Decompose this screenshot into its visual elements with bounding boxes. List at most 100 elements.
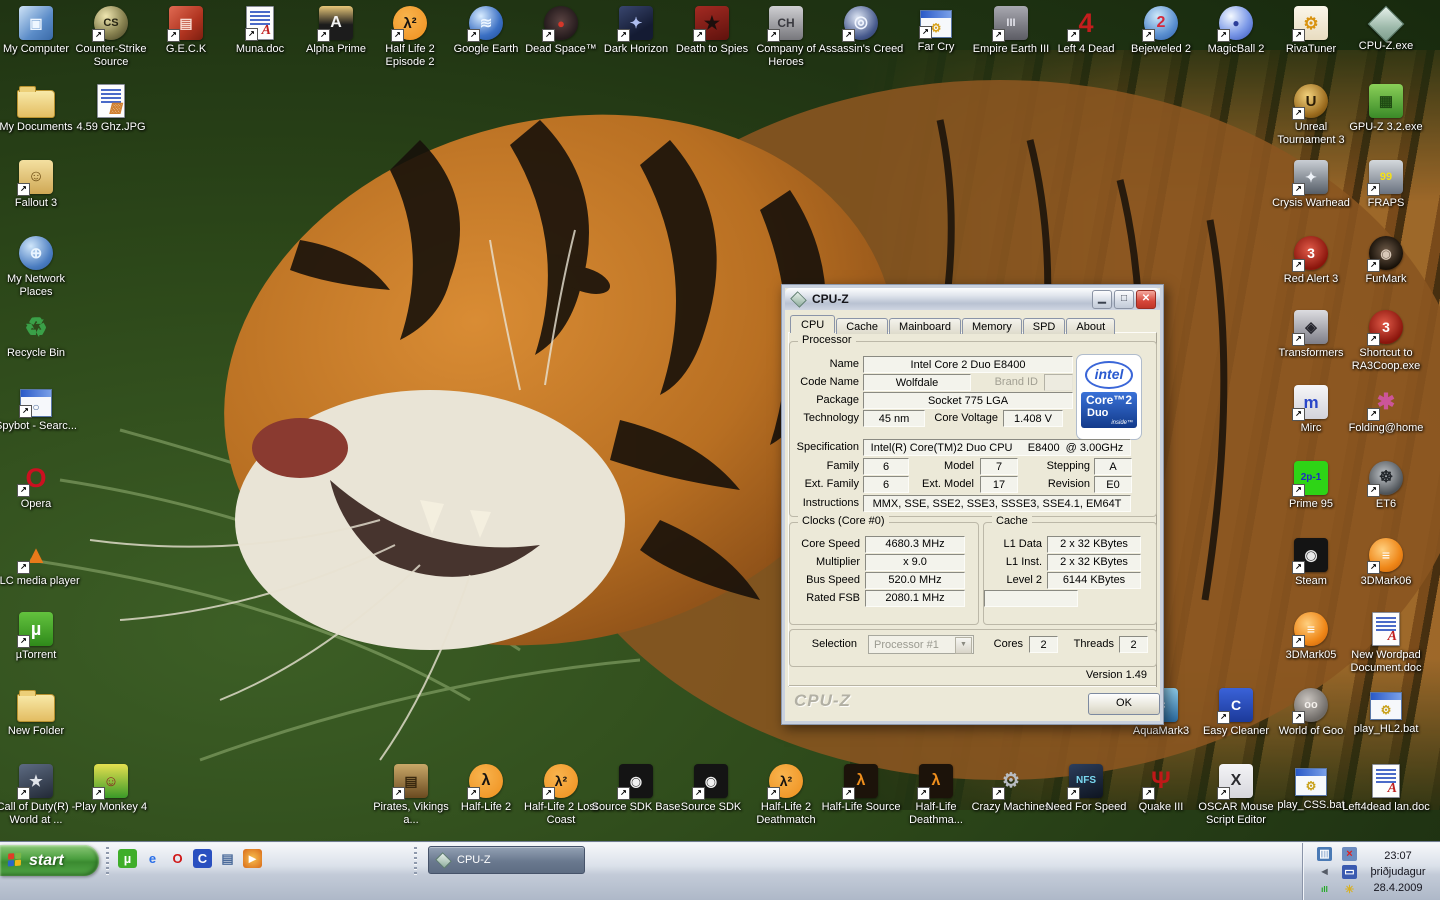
display-tool-icon[interactable]: ✳	[1342, 883, 1357, 897]
desktop-icon-ghz-jpg[interactable]: ▩4.59 Ghz.JPG	[66, 84, 156, 134]
desktop-icon-opera[interactable]: O↗Opera	[0, 461, 81, 511]
desktop-icon-cpu-z-exe[interactable]: CPU-Z.exe	[1341, 6, 1431, 53]
desktop-icon-play-monkey-4[interactable]: ☺↗Play Monkey 4	[66, 764, 156, 814]
assassins-creed-glyph: ◎	[854, 15, 868, 31]
ext-family-value: 6	[863, 476, 909, 493]
internet-explorer-quicklaunch-icon[interactable]: e	[143, 849, 162, 868]
ext-model-value: 17	[980, 476, 1018, 493]
desktop-icon-utorrent[interactable]: µ↗µTorrent	[0, 612, 81, 662]
quick-launch-bar: µeOC ▤ ►	[118, 849, 262, 871]
source-sdk-base-icon: ◉↗	[619, 764, 653, 798]
left-4-dead-icon: 4↗	[1069, 6, 1103, 40]
taskarea-handle[interactable]	[414, 847, 417, 875]
processor-selection-dropdown[interactable]: Processor #1 ▼	[868, 635, 974, 654]
selection-label: Selection	[802, 638, 857, 650]
shortcut-arrow-icon: ↗	[1292, 259, 1305, 272]
cores-value: 2	[1029, 636, 1058, 653]
maximize-button[interactable]: □	[1114, 290, 1134, 309]
desktop-icon-label: GPU-Z 3.2.exe	[1341, 121, 1431, 134]
desktop[interactable]: ▣My ComputerCS↗Counter-Strike Source▤↗G.…	[0, 0, 1440, 900]
desktop-icon-need-for-speed[interactable]: NFS↗Need For Speed	[1041, 764, 1131, 814]
easy-cleaner-quicklaunch-icon[interactable]: C	[193, 849, 212, 868]
world-of-goo-icon: oo↗	[1294, 688, 1328, 722]
desktop-icon-fraps[interactable]: 99↗FRAPS	[1341, 160, 1431, 210]
desktop-icon-et6[interactable]: ☸↗ET6	[1341, 461, 1431, 511]
desktop-icon-3dmark06[interactable]: ≡↗3DMark06	[1341, 538, 1431, 588]
clock-row-label: Multiplier	[790, 556, 865, 568]
wireless-network-icon[interactable]: ▥	[1317, 847, 1332, 861]
taskbar-button-cpu-z[interactable]: CPU-Z	[428, 846, 585, 874]
desktop-icon-label: New Wordpad Document.doc	[1341, 649, 1431, 675]
death-to-spies-icon: ★↗	[695, 6, 729, 40]
quicklaunch-handle[interactable]	[106, 847, 109, 875]
call-of-duty-waw-icon: ★↗	[19, 764, 53, 798]
counter-strike-source-glyph: CS	[103, 18, 118, 29]
tab-mainboard[interactable]: Mainboard	[889, 318, 961, 334]
crazy-machines-icon: ⚙↗	[994, 764, 1028, 798]
far-cry-glyph: ⚙	[931, 22, 942, 34]
desktop-icon-play-hl2-bat[interactable]: ⚙play_HL2.bat	[1341, 688, 1431, 736]
desktop-icon-left4dead-lan-doc[interactable]: ALeft4dead lan.doc	[1341, 764, 1431, 814]
footer-divider	[789, 685, 1156, 687]
crysis-warhead-icon: ✦↗	[1294, 160, 1328, 194]
left4dead-lan-doc-icon: A	[1372, 764, 1400, 798]
script-editor-quicklaunch-icon[interactable]: ▤	[218, 849, 237, 868]
my-network-places-glyph: ⊕	[30, 246, 43, 261]
minimize-button[interactable]: ▁	[1092, 290, 1112, 309]
cpuz-app-icon	[435, 852, 452, 869]
source-sdk-base-glyph: ◉	[630, 774, 642, 788]
close-button[interactable]: ✕	[1136, 290, 1156, 309]
clock-row-value: 520.0 MHz	[865, 572, 965, 589]
language-bar-icon[interactable]: ▭	[1342, 865, 1357, 879]
signal-strength-icon[interactable]: ıll	[1317, 883, 1332, 897]
start-button[interactable]: start	[0, 845, 99, 876]
desktop-icon-vlc-media-player[interactable]: ▲↗VLC media player	[0, 538, 81, 588]
tab-about[interactable]: About	[1066, 318, 1115, 334]
shortcut-arrow-icon: ↗	[467, 787, 480, 800]
network-disconnected-icon[interactable]: ×	[1342, 847, 1357, 861]
desktop-icon-shortcut-ra3coop[interactable]: 3↗Shortcut to RA3Coop.exe	[1341, 310, 1431, 373]
tab-spd[interactable]: SPD	[1023, 318, 1066, 334]
left4dead-lan-doc-glyph: A	[1388, 782, 1397, 796]
tray-clock[interactable]: 23:07 þriðjudagur 28.4.2009	[1360, 848, 1436, 896]
window-title: CPU-Z	[812, 292, 1090, 306]
shortcut-arrow-icon: ↗	[1292, 333, 1305, 346]
utorrent-quicklaunch-icon[interactable]: µ	[118, 849, 137, 868]
threads-value: 2	[1119, 636, 1148, 653]
desktop-icon-gpu-z-exe[interactable]: ▦GPU-Z 3.2.exe	[1341, 84, 1431, 134]
empire-earth-iii-icon: III↗	[994, 6, 1028, 40]
desktop-icon-label: Play Monkey 4	[66, 801, 156, 814]
shortcut-arrow-icon: ↗	[692, 787, 705, 800]
ok-button[interactable]: OK	[1088, 693, 1160, 715]
shortcut-arrow-icon: ↗	[17, 183, 30, 196]
desktop-icon-recycle-bin[interactable]: ♻Recycle Bin	[0, 310, 81, 360]
desktop-icon-fallout-3[interactable]: ☺↗Fallout 3	[0, 160, 81, 210]
half-life-2-episode-2-glyph: λ²	[403, 16, 416, 31]
bejeweled-2-icon: 2↗	[1144, 6, 1178, 40]
cpuz-titlebar[interactable]: CPU-Z ▁ □ ✕	[785, 288, 1160, 310]
desktop-icon-label: µTorrent	[0, 649, 81, 662]
desktop-icon-folding-home[interactable]: ✱↗Folding@home	[1341, 385, 1431, 435]
instructions-value: MMX, SSE, SSE2, SSE3, SSSE3, SSE4.1, EM6…	[863, 495, 1131, 512]
opera-quicklaunch-icon[interactable]: O	[168, 849, 187, 868]
cpuz-window: CPU-Z ▁ □ ✕ CPUCacheMainboardMemorySPDAb…	[781, 284, 1164, 725]
red-alert-3-glyph: 3	[1307, 246, 1315, 260]
tab-memory[interactable]: Memory	[962, 318, 1022, 334]
tab-cpu[interactable]: CPU	[790, 315, 835, 333]
shortcut-arrow-icon: ↗	[1142, 787, 1155, 800]
windows-media-player-quicklaunch-icon[interactable]: ►	[243, 849, 262, 868]
tab-cache[interactable]: Cache	[836, 318, 888, 334]
intel-core2duo-logo: intel Core™2 Duo inside™	[1076, 354, 1142, 440]
volume-icon[interactable]: ◄	[1317, 865, 1332, 879]
desktop-icon-new-wordpad-document[interactable]: ANew Wordpad Document.doc	[1341, 612, 1431, 675]
desktop-icon-furmark[interactable]: ◉↗FurMark	[1341, 236, 1431, 286]
transformers-icon: ◈↗	[1294, 310, 1328, 344]
desktop-icon-spybot[interactable]: ○↗Spybot - Searc...	[0, 385, 81, 433]
desktop-icon-new-folder[interactable]: New Folder	[0, 688, 81, 738]
death-to-spies-glyph: ★	[704, 14, 720, 32]
desktop-icon-my-network-places[interactable]: ⊕My Network Places	[0, 236, 81, 299]
name-label: Name	[784, 358, 859, 370]
3dmark06-glyph: ≡	[1382, 548, 1390, 562]
system-tray: ▥ × ◄ ▭ ıll ✳ 23:07 þriðjudagur 28.4.2009	[1302, 843, 1440, 900]
desktop-icon-label: New Folder	[0, 725, 81, 738]
